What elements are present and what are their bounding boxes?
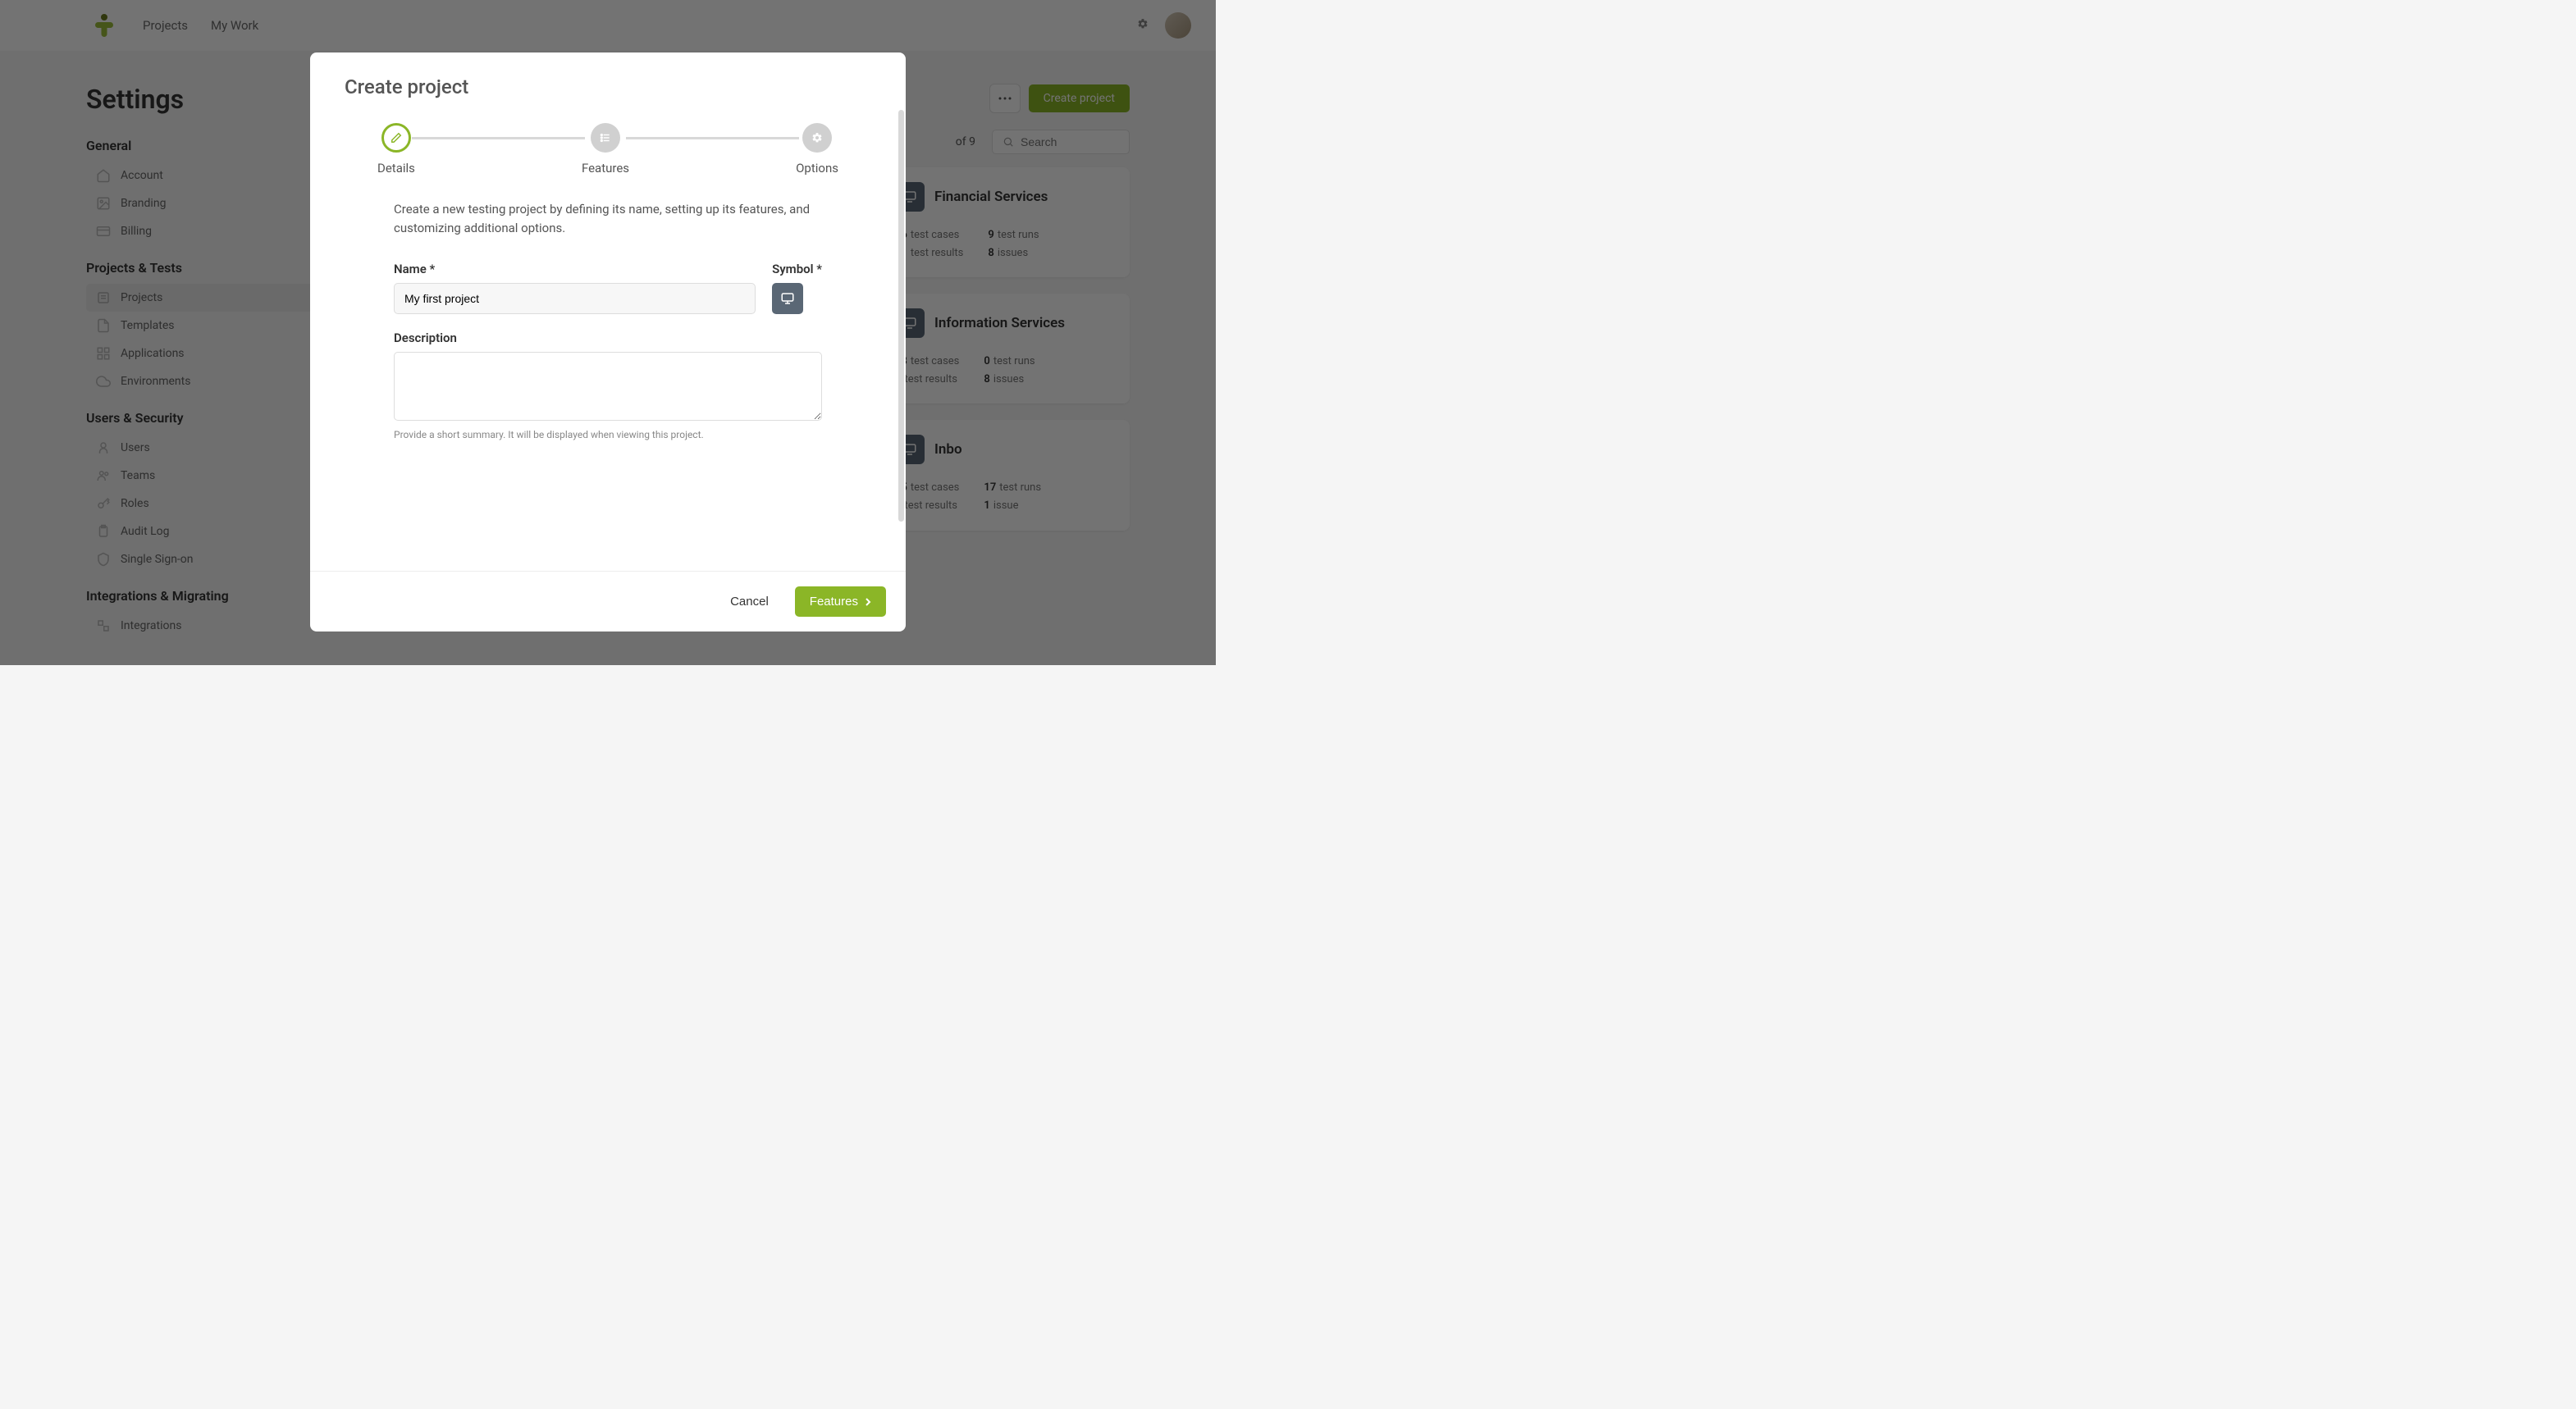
list-icon — [600, 132, 611, 144]
description-hint: Provide a short summary. It will be disp… — [394, 429, 822, 440]
gear-icon — [811, 132, 823, 144]
next-button-label: Features — [810, 595, 858, 609]
step-circle — [591, 123, 620, 153]
modal-overlay: Create project Details Features — [0, 0, 1216, 665]
description-label: Description — [394, 331, 822, 345]
step-options[interactable]: Options — [796, 123, 838, 176]
wizard-stepper: Details Features Options — [377, 123, 838, 176]
next-button[interactable]: Features — [795, 586, 886, 617]
symbol-label: Symbol * — [772, 262, 822, 276]
step-details[interactable]: Details — [377, 123, 415, 176]
step-circle — [381, 123, 411, 153]
step-label: Options — [796, 161, 838, 176]
step-circle — [802, 123, 832, 153]
description-input[interactable] — [394, 352, 822, 421]
monitor-icon — [780, 291, 795, 306]
symbol-picker[interactable] — [772, 283, 803, 314]
step-label: Features — [582, 161, 629, 176]
modal-intro-text: Create a new testing project by defining… — [394, 200, 822, 237]
step-label: Details — [377, 161, 415, 176]
name-label: Name * — [394, 262, 756, 276]
modal-footer: Cancel Features — [310, 571, 906, 632]
name-input[interactable] — [394, 283, 756, 314]
chevron-right-icon — [865, 597, 871, 607]
edit-icon — [391, 132, 402, 144]
scrollbar[interactable] — [898, 110, 904, 522]
cancel-button[interactable]: Cancel — [720, 588, 779, 615]
step-features[interactable]: Features — [582, 123, 629, 176]
create-project-modal: Create project Details Features — [310, 52, 906, 632]
modal-title: Create project — [345, 75, 871, 98]
